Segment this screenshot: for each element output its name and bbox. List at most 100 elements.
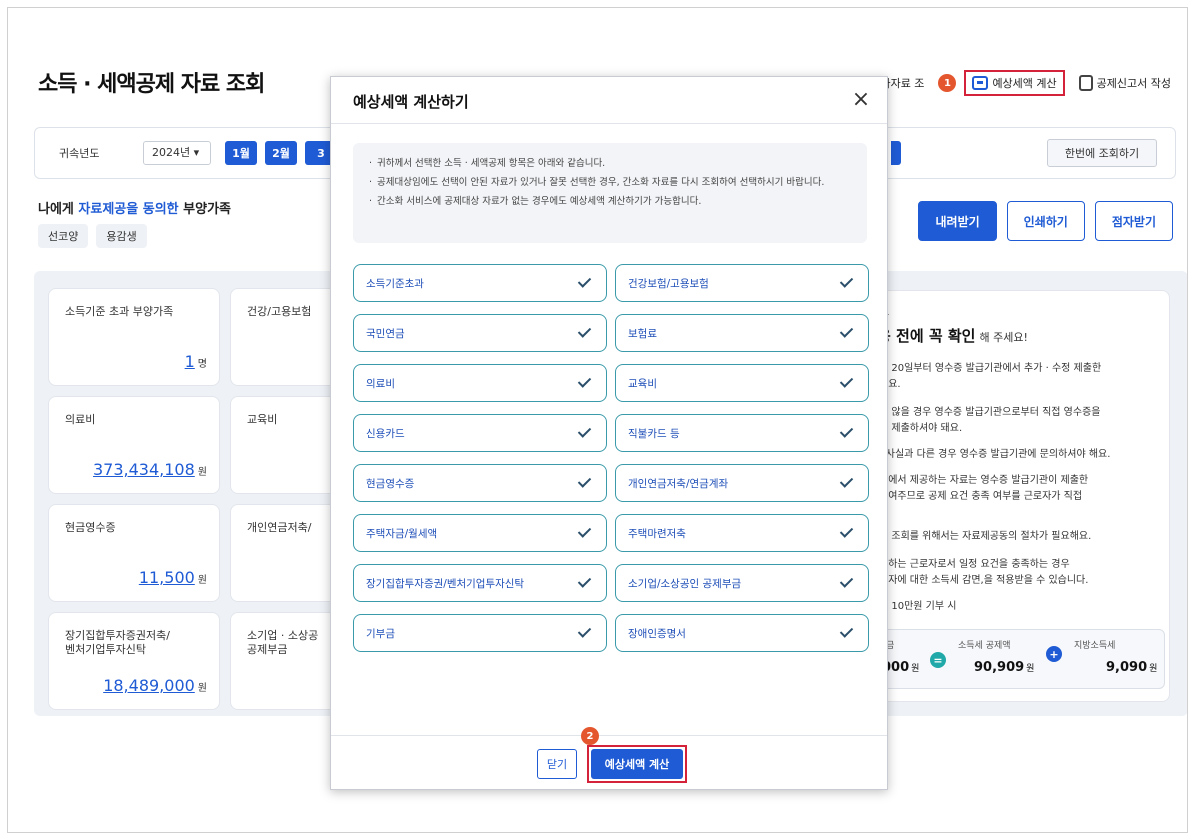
calc-value-unit: 원	[1149, 664, 1158, 674]
deduction-item[interactable]: 주택자금/월세액	[353, 514, 607, 552]
deduction-item[interactable]: 현금영수증	[353, 464, 607, 502]
info-paragraph: 지 않을 경우 영수증 발급기관으로부터 직접 영수증을 에 제출하셔야 돼요.	[879, 407, 1101, 434]
card-value: 18,489,000 원	[103, 676, 207, 695]
calc-value-income-tax: 90,909 원	[974, 660, 1034, 675]
info-paragraph: 금 10만원 기부 시	[879, 601, 957, 612]
modal-notice: 귀하께서 선택한 소득 · 세액공제 항목은 아래와 같습니다. 공제대상임에도…	[353, 143, 867, 243]
card-title: 개인연금저축/	[247, 521, 312, 534]
deduction-report-link[interactable]: 공제신고서 작성	[1073, 72, 1177, 94]
deduction-item[interactable]: 소기업/소상공인 공제부금	[615, 564, 869, 602]
calculate-estimate-button[interactable]: 예상세액 계산	[591, 749, 683, 779]
deduction-item-label: 장애인증명서	[628, 627, 686, 640]
page-title: 소득 · 세액공제 자료 조회	[38, 72, 265, 97]
summary-card[interactable]: 장기집합투자증권저축/ 벤처기업투자신탁 18,489,000 원	[48, 612, 220, 710]
estimate-tax-link[interactable]: 예상세액 계산	[964, 70, 1065, 96]
card-title: 교육비	[247, 413, 278, 426]
calc-label-local-tax: 지방소득세	[1074, 641, 1116, 651]
summary-card[interactable]: 의료비 373,434,108 원	[48, 396, 220, 494]
deduction-item[interactable]: 신용카드	[353, 414, 607, 452]
calc-example-box: 금 000 원 = 소득세 공제액 90,909 원 + 지방소득세 9,090 원	[877, 629, 1165, 689]
card-value-unit: 원	[197, 575, 207, 586]
summary-card[interactable]: 현금영수증 11,500 원	[48, 504, 220, 602]
print-button[interactable]: 인쇄하기	[1006, 201, 1085, 241]
card-value: 1명	[185, 352, 207, 371]
dependent-chip[interactable]: 선코양	[38, 224, 89, 248]
deduction-item-label: 의료비	[366, 377, 395, 390]
deduction-item-label: 건강보험/고용보험	[628, 277, 709, 290]
calc-label-income-tax: 소득세 공제액	[958, 641, 1011, 651]
calc-button-highlight: 예상세액 계산	[587, 745, 687, 783]
notice-line: 공제대상임에도 선택이 안된 자료가 있거나 잘못 선택한 경우, 간소화 자료…	[367, 176, 853, 190]
deduction-item-label: 현금영수증	[366, 477, 415, 490]
month-button-1[interactable]: 1월	[225, 141, 257, 165]
notice-line: 귀하께서 선택한 소득 · 세액공제 항목은 아래와 같습니다.	[367, 157, 853, 171]
check-icon	[840, 577, 856, 589]
check-icon	[840, 477, 856, 489]
dependent-chips: 선코양 용감생	[38, 224, 147, 248]
close-button[interactable]: 닫기	[537, 749, 577, 779]
check-icon	[840, 377, 856, 389]
deduction-item-label: 소기업/소상공인 공제부금	[628, 577, 742, 590]
dependents-title-prefix: 나에게	[38, 202, 79, 217]
deduction-item-label: 직불카드 등	[628, 427, 680, 440]
check-icon	[578, 277, 594, 289]
info-panel: 화 용 전에 꼭 확인해 주세요! 월 20일부터 영수증 발급기관에서 추가 …	[868, 290, 1170, 702]
step-badge-2: 2	[581, 727, 599, 745]
step-badge-1: 1	[938, 74, 957, 92]
calc-value-number: 90,909	[974, 660, 1025, 675]
query-all-button[interactable]: 한번에 조회하기	[1047, 139, 1157, 167]
summary-card[interactable]: 소득기준 초과 부양가족 1명	[48, 288, 220, 386]
equals-icon: =	[930, 652, 946, 668]
deduction-item[interactable]: 기부금	[353, 614, 607, 652]
deduction-item-label: 개인연금저축/연금계좌	[628, 477, 729, 490]
month-button-12-edge[interactable]	[891, 141, 901, 165]
month-button-2[interactable]: 2월	[265, 141, 297, 165]
card-value: 11,500 원	[139, 568, 207, 587]
deduction-item-label: 교육비	[628, 377, 657, 390]
deduction-item-label: 보험료	[628, 327, 657, 340]
deduction-item[interactable]: 건강보험/고용보험	[615, 264, 869, 302]
card-value-number: 1	[184, 352, 195, 371]
card-value-unit: 원	[197, 683, 207, 694]
card-title: 장기집합투자증권저축/ 벤처기업투자신탁	[65, 629, 170, 656]
year-label: 귀속년도	[59, 147, 100, 160]
estimate-tax-modal: 예상세액 계산하기 × 귀하께서 선택한 소득 · 세액공제 항목은 아래와 같…	[330, 76, 888, 790]
deduction-item[interactable]: 장기집합투자증권/벤처기업투자신탁	[353, 564, 607, 602]
check-icon	[840, 277, 856, 289]
download-button[interactable]: 내려받기	[918, 201, 997, 241]
dependent-chip[interactable]: 용감생	[96, 224, 147, 248]
check-icon	[578, 327, 594, 339]
modal-divider	[331, 123, 887, 124]
close-icon[interactable]: ×	[849, 87, 873, 112]
card-title: 의료비	[65, 413, 96, 426]
deduction-item[interactable]: 장애인증명서	[615, 614, 869, 652]
info-paragraph: 월 20일부터 영수증 발급기관에서 추가 · 수정 제출한 해요.	[879, 363, 1102, 390]
deduction-item-label: 장기집합투자증권/벤처기업투자신탁	[366, 577, 525, 590]
deduction-item[interactable]: 주택마련저축	[615, 514, 869, 552]
dependents-title: 나에게 자료제공을 동의한 부양가족	[38, 198, 231, 217]
deduction-item-label: 주택자금/월세액	[366, 527, 438, 540]
calc-value-number: 9,090	[1106, 660, 1148, 675]
deduction-item[interactable]: 국민연금	[353, 314, 607, 352]
deduction-item-label: 소득기준초과	[366, 277, 424, 290]
deduction-item[interactable]: 개인연금저축/연금계좌	[615, 464, 869, 502]
check-icon	[578, 577, 594, 589]
top-links: 소화자료 조 1 예상세액 계산 공제신고서 작성	[864, 70, 1177, 96]
calculator-icon	[972, 76, 989, 90]
deduction-item[interactable]: 교육비	[615, 364, 869, 402]
check-icon	[840, 327, 856, 339]
card-title: 건강/고용보험	[247, 305, 312, 318]
deduction-item[interactable]: 보험료	[615, 314, 869, 352]
braille-button[interactable]: 점자받기	[1094, 201, 1173, 241]
card-value-number: 11,500	[138, 568, 195, 587]
deduction-report-label: 공제신고서 작성	[1096, 77, 1171, 90]
calc-value-unit: 원	[911, 664, 920, 674]
check-icon	[578, 377, 594, 389]
modal-footer-divider	[331, 735, 887, 736]
year-select[interactable]: 2024년 ▾	[143, 141, 211, 165]
deduction-item-label: 신용카드	[366, 427, 405, 440]
deduction-item[interactable]: 소득기준초과	[353, 264, 607, 302]
deduction-item[interactable]: 직불카드 등	[615, 414, 869, 452]
check-icon	[578, 527, 594, 539]
deduction-item[interactable]: 의료비	[353, 364, 607, 402]
